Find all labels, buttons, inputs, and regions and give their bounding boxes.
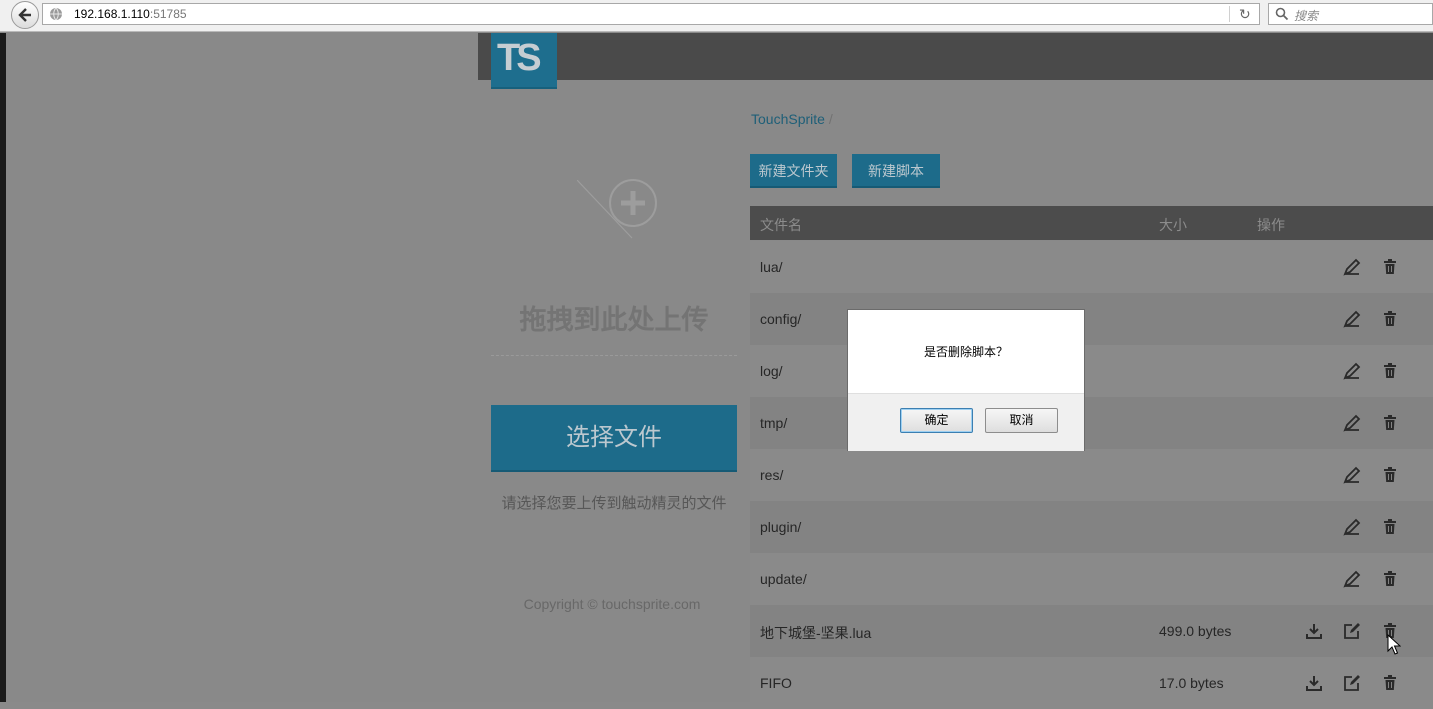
breadcrumb-separator: / xyxy=(828,111,833,127)
file-name[interactable]: tmp/ xyxy=(760,415,787,431)
file-size: 499.0 bytes xyxy=(1159,623,1232,639)
touchsprite-logo[interactable]: TS xyxy=(491,33,557,89)
rename-icon[interactable] xyxy=(1343,414,1361,432)
trash-icon[interactable] xyxy=(1381,258,1399,276)
dialog-footer: 确定 取消 xyxy=(848,393,1084,451)
rename-icon[interactable] xyxy=(1343,570,1361,588)
search-bar[interactable]: 搜索 xyxy=(1268,3,1433,25)
file-row[interactable]: lua/ xyxy=(750,241,1433,293)
file-name[interactable]: FIFO xyxy=(760,675,792,691)
back-arrow-icon xyxy=(18,8,31,22)
edit-file-icon[interactable] xyxy=(1343,622,1361,640)
file-name[interactable]: update/ xyxy=(760,571,807,587)
col-name: 文件名 xyxy=(760,217,802,233)
select-file-button[interactable]: 选择文件 xyxy=(491,405,737,472)
file-row[interactable]: update/ xyxy=(750,553,1433,605)
trash-icon[interactable] xyxy=(1381,674,1399,692)
download-icon[interactable] xyxy=(1305,674,1323,692)
file-table-header: 文件名 大小 操作 xyxy=(750,206,1433,240)
col-ops: 操作 xyxy=(1257,217,1285,233)
browser-toolbar: 192.168.1.110:51785 ↻ 搜索 xyxy=(0,0,1433,32)
col-size: 大小 xyxy=(1159,217,1187,233)
url-separator xyxy=(1229,6,1230,22)
file-name[interactable]: config/ xyxy=(760,311,801,327)
upload-hint: 请选择您要上传到触动精灵的文件 xyxy=(501,495,727,512)
upload-plus-icon xyxy=(609,179,657,227)
breadcrumb: TouchSprite / xyxy=(751,111,833,127)
address-bar[interactable]: 192.168.1.110:51785 ↻ xyxy=(42,3,1260,25)
trash-icon[interactable] xyxy=(1381,310,1399,328)
back-button[interactable] xyxy=(11,1,39,29)
globe-icon xyxy=(50,7,62,21)
reload-icon[interactable]: ↻ xyxy=(1239,7,1251,21)
trash-icon[interactable] xyxy=(1381,362,1399,380)
rename-icon[interactable] xyxy=(1343,310,1361,328)
file-name[interactable]: lua/ xyxy=(760,259,783,275)
logo-text: TS xyxy=(497,37,542,79)
search-placeholder: 搜索 xyxy=(1294,9,1319,23)
trash-icon[interactable] xyxy=(1381,518,1399,536)
search-icon xyxy=(1275,7,1289,21)
file-size: 17.0 bytes xyxy=(1159,675,1224,691)
download-icon[interactable] xyxy=(1305,622,1323,640)
file-row[interactable]: plugin/ xyxy=(750,501,1433,553)
url-host: 192.168.1.110 xyxy=(74,7,150,21)
drop-zone-label[interactable]: 拖拽到此处上传 xyxy=(491,298,737,337)
trash-icon[interactable] xyxy=(1381,570,1399,588)
file-row[interactable]: FIFO 17.0 bytes xyxy=(750,657,1433,709)
file-row[interactable]: res/ xyxy=(750,449,1433,501)
file-row[interactable]: 地下城堡-坚果.lua 499.0 bytes xyxy=(750,605,1433,657)
dialog-message: 是否删除脚本？ xyxy=(923,345,1008,359)
new-script-button[interactable]: 新建脚本 xyxy=(852,154,940,188)
rename-icon[interactable] xyxy=(1343,362,1361,380)
confirm-button[interactable]: 确定 xyxy=(900,408,973,433)
edit-file-icon[interactable] xyxy=(1343,674,1361,692)
confirm-delete-dialog: 是否删除脚本？ 确定 取消 xyxy=(847,309,1085,451)
site-header xyxy=(478,33,1433,80)
drop-zone-border xyxy=(491,345,737,356)
copyright: Copyright © touchsprite.com xyxy=(523,596,701,612)
trash-icon[interactable] xyxy=(1381,466,1399,484)
file-name[interactable]: plugin/ xyxy=(760,519,801,535)
url-text: 192.168.1.110:51785 xyxy=(74,7,187,21)
rename-icon[interactable] xyxy=(1343,518,1361,536)
cancel-button[interactable]: 取消 xyxy=(985,408,1058,433)
file-name[interactable]: res/ xyxy=(760,467,783,483)
rename-icon[interactable] xyxy=(1343,466,1361,484)
breadcrumb-root[interactable]: TouchSprite xyxy=(751,111,825,127)
mouse-cursor-icon xyxy=(1387,634,1401,655)
file-name[interactable]: 地下城堡-坚果.lua xyxy=(760,623,871,643)
url-port: :51785 xyxy=(149,7,187,21)
trash-icon[interactable] xyxy=(1381,414,1399,432)
new-folder-button[interactable]: 新建文件夹 xyxy=(750,154,837,188)
rename-icon[interactable] xyxy=(1343,258,1361,276)
file-name[interactable]: log/ xyxy=(760,363,783,379)
